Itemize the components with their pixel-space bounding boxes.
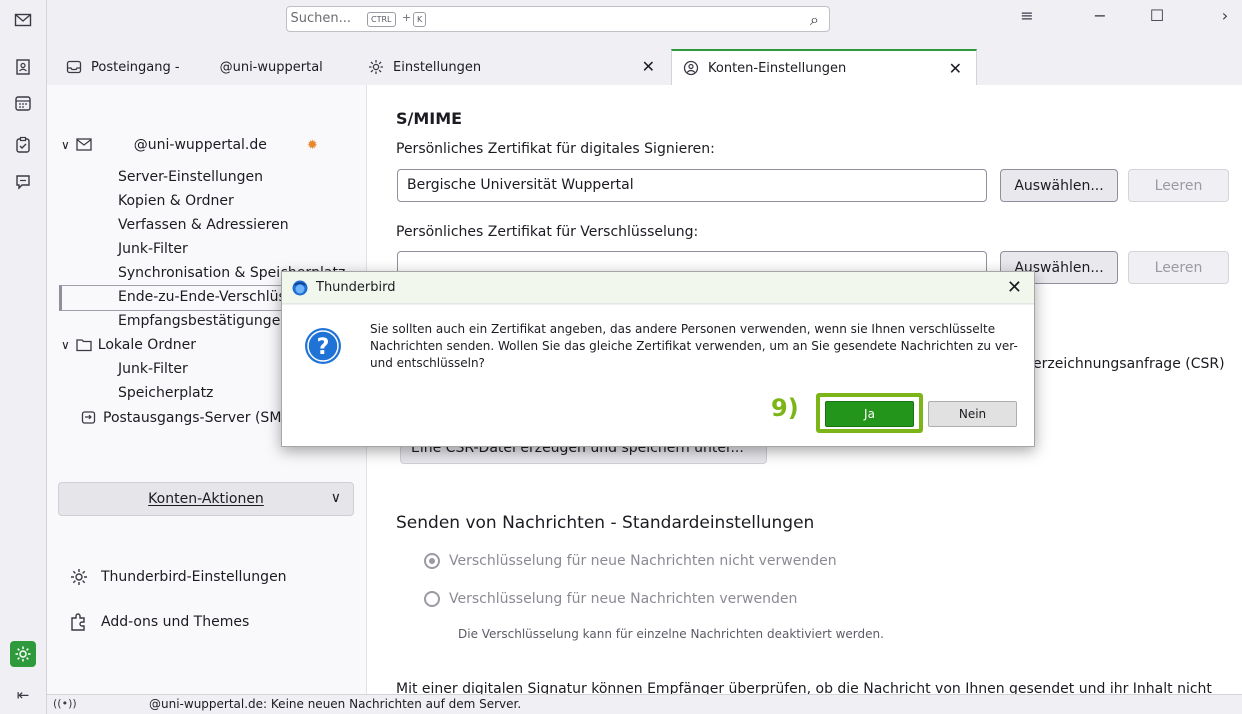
no-button[interactable]: Nein (928, 401, 1017, 427)
clear-sign-cert-button[interactable]: Leeren (1128, 169, 1229, 202)
search-icon: ⌕ (810, 10, 819, 29)
account-row[interactable]: ∨ @uni-wuppertal.de ✹ (61, 137, 318, 153)
clear-encrypt-cert-button[interactable]: Leeren (1128, 251, 1229, 284)
mail-account-icon (76, 138, 94, 152)
sidebar-item-server[interactable]: Server-Einstellungen (118, 169, 263, 185)
radio-unchecked (424, 591, 440, 607)
encryption-note: Die Verschlüsselung kann für einzelne Na… (458, 627, 884, 641)
outgoing-label: Postausgangs-Server (SMTP) (103, 410, 304, 426)
tab-bar: Posteingang - @uni-wuppertal Einstellung… (47, 49, 1242, 85)
mail-icon[interactable] (12, 9, 34, 31)
search-input[interactable]: Suchen... CTRL + K ⌕ (286, 6, 830, 32)
smime-heading: S/MIME (396, 109, 463, 128)
yes-button[interactable]: Ja (825, 401, 914, 427)
calendar-icon[interactable] (12, 92, 34, 114)
kbd-ctrl: CTRL (367, 12, 396, 27)
menu-icon[interactable]: ≡ (1014, 6, 1040, 30)
title-bar: Suchen... CTRL + K ⌕ ≡ − ☐ › (47, 0, 1242, 36)
status-text: @uni-wuppertal.de: Keine neuen Nachricht… (149, 697, 522, 711)
signature-description: Mit einer digitalen Signatur können Empf… (396, 681, 1212, 694)
sign-cert-field[interactable]: Bergische Universität Wuppertal (397, 169, 987, 202)
kbd-k: K (413, 12, 427, 27)
close-window-icon[interactable]: › (1215, 6, 1235, 30)
gear-icon (367, 58, 385, 76)
close-icon[interactable]: ✕ (1007, 277, 1022, 298)
sidebar-item-receipts[interactable]: Empfangsbestätigungen (118, 313, 289, 329)
tab-inbox-account: @uni-wuppertal (219, 59, 323, 75)
csr-label: erzeichnungsanfrage (CSR) (1033, 356, 1225, 372)
chevron-down-icon: ∨ (330, 490, 341, 506)
select-sign-cert-button[interactable]: Auswählen... (1000, 169, 1118, 202)
tab-account-settings[interactable]: Konten-Einstellungen ✕ (671, 49, 977, 85)
sidebar-item-outgoing[interactable]: Postausgangs-Server (SMTP) (81, 410, 304, 426)
dialog-title: Thunderbird (316, 280, 396, 295)
sidebar-item-local-storage[interactable]: Speicherplatz (118, 385, 213, 401)
online-status-icon[interactable]: ((•)) (53, 697, 77, 710)
dialog-body: ? Sie sollten auch ein Zertifikat angebe… (282, 305, 1034, 446)
yes-label: Ja (864, 407, 875, 421)
no-label: Nein (958, 407, 987, 421)
account-actions-label: Konten-Aktionen (148, 491, 264, 507)
radio-encryption[interactable]: Verschlüsselung für neue Nachrichten ver… (424, 591, 797, 607)
radio-encryption-label: Verschlüsselung für neue Nachrichten ver… (449, 591, 798, 607)
dialog-titlebar: Thunderbird ✕ (282, 272, 1034, 304)
folder-icon (76, 338, 92, 352)
radio-no-encryption-label: Verschlüsselung für neue Nachrichten nic… (449, 553, 837, 569)
sidebar-item-compose[interactable]: Verfassen & Adressieren (118, 217, 289, 233)
sidebar-item-local-junk[interactable]: Junk-Filter (118, 361, 188, 377)
chat-icon[interactable] (12, 171, 34, 193)
send-defaults-heading: Senden von Nachrichten - Standardeinstel… (396, 513, 815, 533)
collapse-spaces-icon[interactable]: ⇤ (12, 684, 34, 706)
chevron-down-icon: ∨ (61, 338, 70, 352)
tab-settings[interactable]: Einstellungen ✕ (367, 49, 669, 85)
addons-label: Add-ons und Themes (101, 614, 250, 630)
settings-gear-icon[interactable] (10, 641, 36, 667)
thunderbird-settings-link[interactable]: Thunderbird-Einstellungen (69, 567, 287, 587)
tb-settings-label: Thunderbird-Einstellungen (101, 569, 287, 585)
account-actions-button[interactable]: Konten-Aktionen ∨ (58, 482, 354, 516)
confirm-dialog: Thunderbird ✕ ? Sie sollten auch ein Zer… (281, 271, 1035, 447)
step-annotation: 9) (771, 394, 799, 422)
chevron-down-icon: ∨ (61, 138, 70, 152)
outgoing-server-icon (81, 410, 97, 426)
sidebar-item-junk[interactable]: Junk-Filter (118, 241, 188, 257)
tab-account-settings-label: Konten-Einstellungen (708, 60, 847, 76)
status-bar: ((•)) @uni-wuppertal.de: Keine neuen Nac… (47, 694, 1242, 714)
star-icon: ✹ (306, 137, 318, 153)
radio-checked (424, 553, 440, 569)
local-folders-row[interactable]: ∨ Lokale Ordner (61, 337, 196, 353)
tasks-icon[interactable] (12, 134, 34, 156)
account-settings-icon (682, 59, 700, 77)
local-folders-label: Lokale Ordner (97, 337, 196, 353)
close-tab-icon[interactable]: ✕ (642, 57, 655, 76)
inbox-icon (65, 58, 83, 76)
spaces-toolbar: ⇤ (0, 0, 47, 714)
tab-inbox[interactable]: Posteingang - @uni-wuppertal (65, 49, 357, 85)
kbd-plus: + (402, 11, 412, 24)
account-name: @uni-wuppertal.de (133, 137, 267, 153)
gear-icon (69, 567, 89, 587)
address-book-icon[interactable] (12, 56, 34, 78)
maximize-icon[interactable]: ☐ (1144, 6, 1170, 30)
sidebar-item-copies[interactable]: Kopien & Ordner (118, 193, 234, 209)
sign-cert-label: Persönliches Zertifikat für digitales Si… (396, 141, 715, 157)
minimize-icon[interactable]: − (1087, 6, 1113, 30)
encrypt-cert-label: Persönliches Zertifikat für Verschlüssel… (396, 224, 699, 240)
search-placeholder: Suchen... (290, 11, 351, 26)
dialog-message: Sie sollten auch ein Zertifikat angeben,… (370, 322, 1018, 370)
close-tab-icon[interactable]: ✕ (949, 59, 962, 78)
radio-no-encryption[interactable]: Verschlüsselung für neue Nachrichten nic… (424, 553, 837, 569)
tab-settings-label: Einstellungen (393, 59, 482, 75)
thunderbird-logo-icon (292, 280, 308, 296)
svg-text:?: ? (317, 335, 330, 360)
puzzle-icon (69, 612, 89, 632)
question-icon: ? (304, 327, 342, 365)
addons-link[interactable]: Add-ons und Themes (69, 612, 249, 632)
tab-inbox-label: Posteingang - (91, 59, 180, 75)
